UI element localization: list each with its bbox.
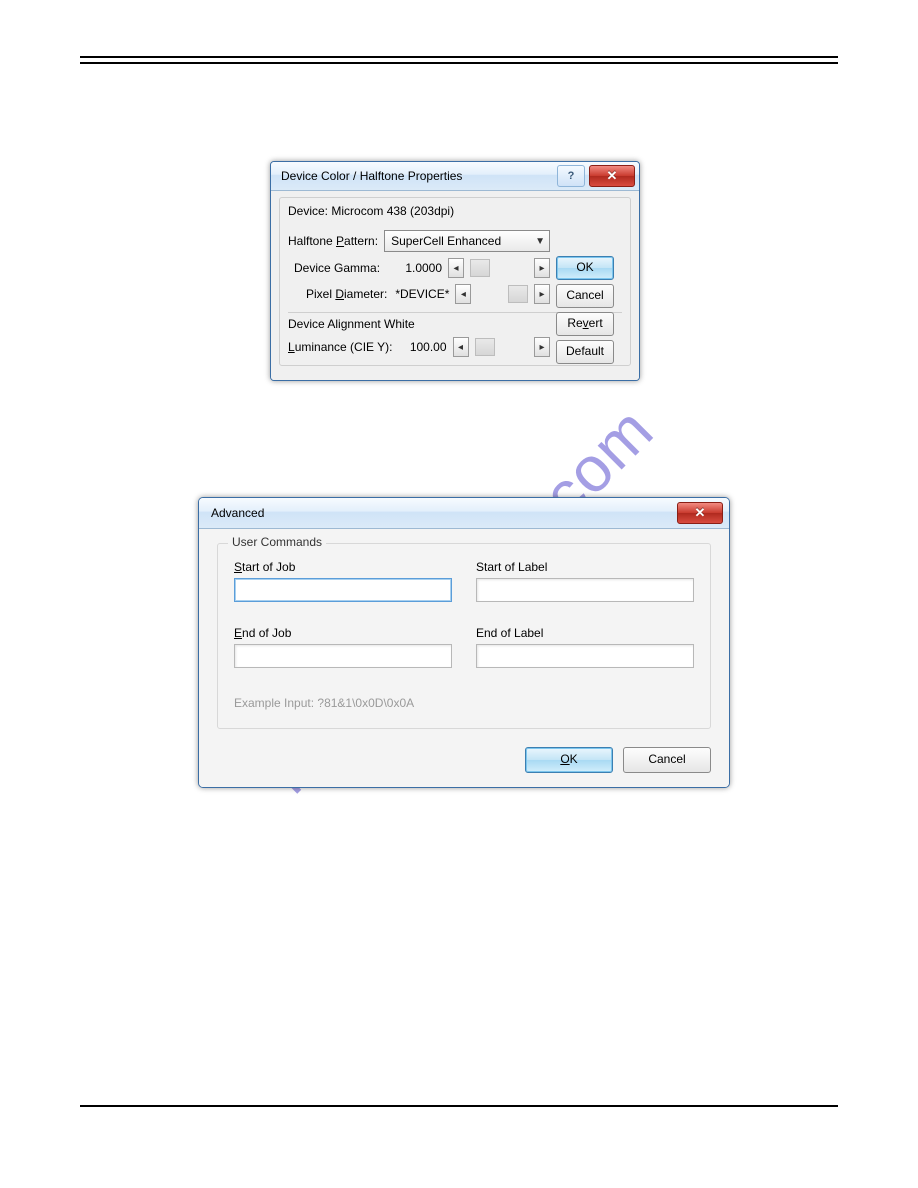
pixel-decrement-button[interactable]: ◂ xyxy=(455,284,471,304)
advanced-dialog: Advanced ✕ User Commands Start of Job St… xyxy=(198,497,730,788)
dialog2-footer: OK Cancel xyxy=(217,747,711,773)
ok-suffix: K xyxy=(570,752,578,766)
luminance-label: Luminance (CIE Y): xyxy=(288,340,393,354)
dialog1-button-column: OK Cancel Revert Default xyxy=(556,256,614,364)
example-input-hint: Example Input: ?81&1\0x0D\0x0A xyxy=(234,696,694,710)
pixel-label-suffix: iameter: xyxy=(344,287,387,301)
pixel-diameter-label: Pixel Diameter: xyxy=(306,287,387,301)
pixel-label-underline: D xyxy=(335,287,344,301)
user-commands-legend: User Commands xyxy=(228,535,326,549)
end-of-job-field: End of Job xyxy=(234,626,452,668)
close-button[interactable]: ✕ xyxy=(677,502,723,524)
device-gamma-value: 1.0000 xyxy=(386,261,442,275)
end-of-label-field: End of Label xyxy=(476,626,694,668)
start-of-label-input[interactable] xyxy=(476,578,694,602)
chevron-down-icon: ▼ xyxy=(535,236,545,247)
pixel-label-prefix: Pixel xyxy=(306,287,335,301)
example-value: ?81&1\0x0D\0x0A xyxy=(317,696,414,710)
halftone-pattern-row: Halftone Pattern: SuperCell Enhanced ▼ xyxy=(288,230,622,252)
device-line: Device: Microcom 438 (203dpi) xyxy=(288,204,622,218)
start-of-job-label: Start of Job xyxy=(234,560,452,574)
dialog2-titlebar[interactable]: Advanced ✕ xyxy=(199,498,729,529)
start-of-job-suffix: tart of Job xyxy=(242,560,295,574)
halftone-label-prefix: Halftone xyxy=(288,234,336,248)
close-button[interactable]: ✕ xyxy=(589,165,635,187)
dialog1-body: Device: Microcom 438 (203dpi) Halftone P… xyxy=(271,191,639,380)
help-button[interactable]: ? xyxy=(557,165,585,187)
end-of-job-input[interactable] xyxy=(234,644,452,668)
cancel-button[interactable]: Cancel xyxy=(623,747,711,773)
start-of-job-input[interactable] xyxy=(234,578,452,602)
dialog2-title: Advanced xyxy=(211,506,673,520)
revert-suffix: ert xyxy=(589,316,603,330)
start-of-job-underline: S xyxy=(234,560,242,574)
end-of-label-input[interactable] xyxy=(476,644,694,668)
pixel-track[interactable] xyxy=(508,285,528,303)
cancel-button[interactable]: Cancel xyxy=(556,284,614,308)
halftone-label-suffix: attern: xyxy=(344,234,378,248)
luminance-label-underline: L xyxy=(288,340,295,354)
commands-grid: Start of Job Start of Label End of Job E… xyxy=(234,560,694,668)
halftone-pattern-combo[interactable]: SuperCell Enhanced ▼ xyxy=(384,230,550,252)
dialog1-title: Device Color / Halftone Properties xyxy=(281,169,553,183)
dialog2-body: User Commands Start of Job Start of Labe… xyxy=(199,529,729,787)
ok-button[interactable]: OK xyxy=(556,256,614,280)
luminance-increment-button[interactable]: ▸ xyxy=(534,337,550,357)
device-color-halftone-dialog: Device Color / Halftone Properties ? ✕ D… xyxy=(270,161,640,381)
halftone-label-underline: P xyxy=(336,234,344,248)
page-rule-bottom xyxy=(80,1105,838,1107)
device-value: Microcom 438 (203dpi) xyxy=(331,204,454,218)
halftone-pattern-value: SuperCell Enhanced xyxy=(391,234,501,248)
user-commands-group: User Commands Start of Job Start of Labe… xyxy=(217,543,711,729)
luminance-label-suffix: uminance (CIE Y): xyxy=(295,340,393,354)
start-of-label-label: Start of Label xyxy=(476,560,694,574)
end-of-job-label: End of Job xyxy=(234,626,452,640)
pixel-increment-button[interactable]: ▸ xyxy=(534,284,550,304)
pixel-diameter-value: *DEVICE* xyxy=(393,287,449,301)
default-button[interactable]: Default xyxy=(556,340,614,364)
device-gamma-label: Device Gamma: xyxy=(294,261,380,275)
gamma-decrement-button[interactable]: ◂ xyxy=(448,258,464,278)
ok-button[interactable]: OK xyxy=(525,747,613,773)
luminance-value: 100.00 xyxy=(399,340,447,354)
end-of-job-suffix: nd of Job xyxy=(242,626,291,640)
page-rule-top-2 xyxy=(80,62,838,64)
luminance-decrement-button[interactable]: ◂ xyxy=(453,337,469,357)
halftone-pattern-label: Halftone Pattern: xyxy=(288,234,378,248)
device-label: Device: xyxy=(288,204,328,218)
gamma-increment-button[interactable]: ▸ xyxy=(534,258,550,278)
device-group: Device: Microcom 438 (203dpi) Halftone P… xyxy=(279,197,631,366)
end-of-label-label: End of Label xyxy=(476,626,694,640)
start-of-job-field: Start of Job xyxy=(234,560,452,602)
end-of-job-underline: E xyxy=(234,626,242,640)
dialog1-titlebar[interactable]: Device Color / Halftone Properties ? ✕ xyxy=(271,162,639,191)
example-label: Example Input: xyxy=(234,696,314,710)
revert-prefix: Re xyxy=(567,316,582,330)
revert-button[interactable]: Revert xyxy=(556,312,614,336)
page-rule-top-1 xyxy=(80,56,838,58)
luminance-track[interactable] xyxy=(475,338,495,356)
start-of-label-field: Start of Label xyxy=(476,560,694,602)
ok-underline: O xyxy=(560,752,569,766)
gamma-track[interactable] xyxy=(470,259,490,277)
